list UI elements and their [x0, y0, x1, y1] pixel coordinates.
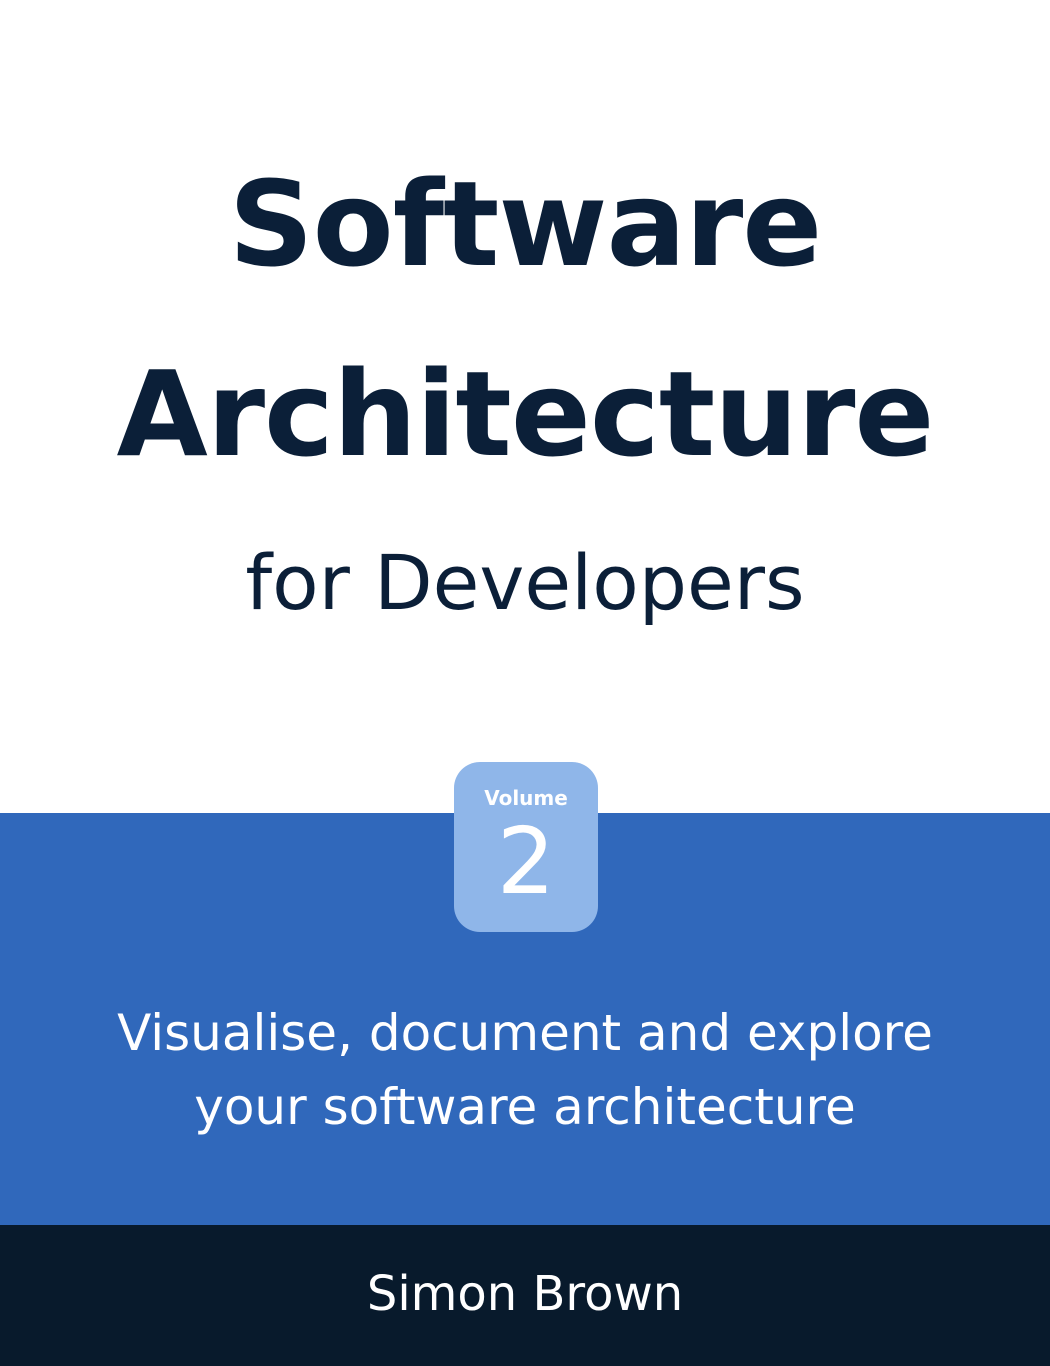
author-footer: Simon Brown: [0, 1225, 1050, 1366]
volume-badge: Volume 2: [454, 762, 598, 932]
volume-number: 2: [496, 808, 556, 915]
title-line-1: Software: [228, 155, 823, 293]
author-name: Simon Brown: [366, 1266, 684, 1322]
tagline-line-1: Visualise, document and explore: [117, 1004, 933, 1062]
volume-label: Volume: [484, 786, 568, 810]
tagline-line-2: your software architecture: [194, 1078, 856, 1136]
subtitle: for Developers: [245, 538, 805, 627]
cover-title-area: Software Architecture for Developers: [0, 0, 1050, 813]
book-cover: Software Architecture for Developers Vis…: [0, 0, 1050, 1366]
title-line-2: Architecture: [116, 345, 935, 483]
